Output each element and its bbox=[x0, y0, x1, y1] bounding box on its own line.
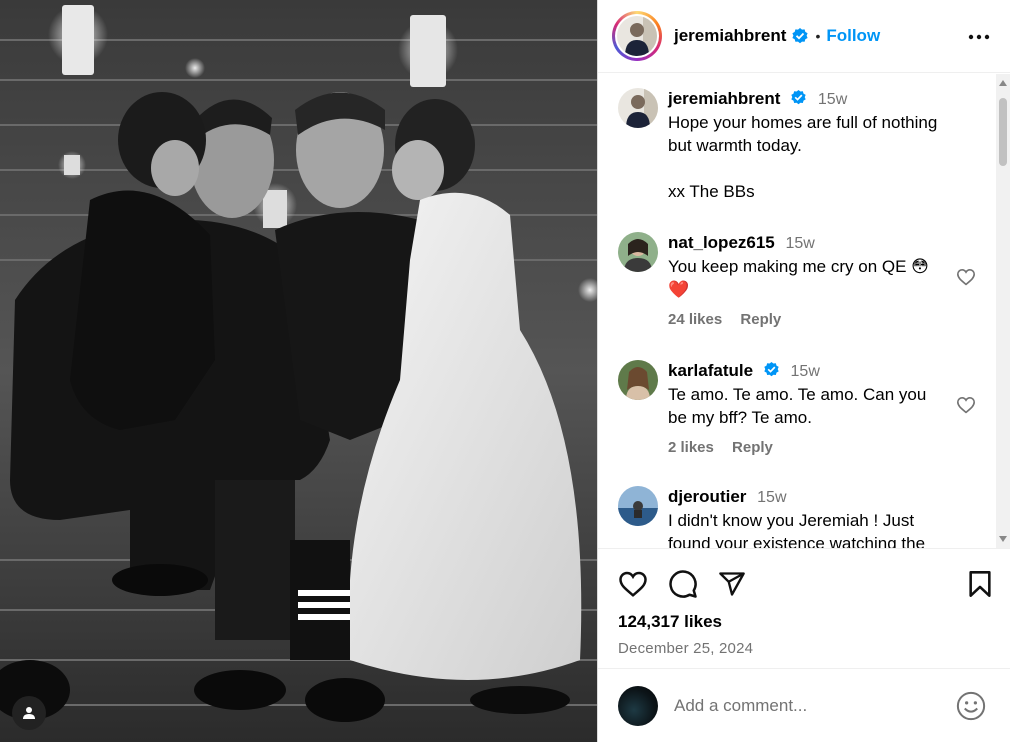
verified-icon bbox=[792, 28, 809, 44]
share-button[interactable] bbox=[718, 570, 746, 598]
bookmark-icon bbox=[969, 571, 991, 597]
comment-item: karlafatule 15w Te amo. Te amo. Te amo. … bbox=[618, 360, 980, 456]
save-button[interactable] bbox=[968, 570, 992, 598]
like-comment-heart-icon[interactable] bbox=[956, 268, 976, 286]
commenter-username[interactable]: djeroutier bbox=[668, 487, 746, 506]
more-options-button[interactable] bbox=[964, 23, 994, 49]
comment-time[interactable]: 15w bbox=[757, 489, 786, 506]
more-options-icon bbox=[968, 34, 990, 40]
author-avatar-ring[interactable] bbox=[612, 11, 662, 61]
reply-button[interactable]: Reply bbox=[740, 311, 781, 328]
post-actions: 124,317 likes December 25, 2024 bbox=[598, 548, 1010, 668]
author-avatar bbox=[617, 16, 657, 56]
scroll-down-arrow-icon[interactable] bbox=[999, 536, 1007, 542]
caption-item: jeremiahbrent 15w Hope your homes are fu… bbox=[618, 88, 980, 203]
photo-illustration bbox=[0, 0, 597, 742]
caption-time[interactable]: 15w bbox=[818, 91, 847, 108]
comment-time[interactable]: 15w bbox=[786, 235, 815, 252]
commenter-avatar[interactable] bbox=[618, 360, 658, 400]
caption-text: Hope your homes are full of nothing but … bbox=[668, 113, 938, 201]
comment-button[interactable] bbox=[668, 569, 698, 599]
comment-text: I didn't know you Jeremiah ! Just found … bbox=[668, 511, 926, 548]
verified-icon bbox=[764, 361, 779, 377]
commenter-avatar[interactable] bbox=[618, 486, 658, 526]
follow-button[interactable]: Follow bbox=[826, 26, 880, 46]
caption-username[interactable]: jeremiahbrent bbox=[668, 89, 780, 108]
separator-dot: • bbox=[815, 28, 821, 44]
like-comment-heart-icon[interactable] bbox=[956, 396, 976, 414]
share-icon bbox=[719, 572, 745, 596]
comment-text: Te amo. Te amo. Te amo. Can you be my bf… bbox=[668, 385, 927, 427]
commenter-username[interactable]: nat_lopez615 bbox=[668, 233, 775, 252]
add-comment-input[interactable] bbox=[674, 695, 934, 716]
verified-icon bbox=[791, 89, 806, 105]
post-side-panel: jeremiahbrent • Follow jeremiahbrent 15w… bbox=[597, 0, 1010, 742]
comment-time[interactable]: 15w bbox=[791, 363, 820, 380]
scrollbar-thumb[interactable] bbox=[999, 98, 1007, 166]
reply-button[interactable]: Reply bbox=[732, 439, 773, 456]
commenter-avatar[interactable] bbox=[618, 232, 658, 272]
commenter-username[interactable]: karlafatule bbox=[668, 361, 753, 380]
post-header: jeremiahbrent • Follow bbox=[598, 0, 1010, 73]
caption-author-avatar[interactable] bbox=[618, 88, 658, 128]
likes-count[interactable]: 124,317 likes bbox=[618, 612, 992, 632]
tag-user-button[interactable] bbox=[12, 696, 46, 730]
comment-likes-count[interactable]: 24 likes bbox=[668, 311, 722, 328]
add-comment-bar bbox=[598, 668, 1010, 742]
scroll-up-arrow-icon[interactable] bbox=[999, 80, 1007, 86]
emoji-button[interactable] bbox=[956, 691, 986, 721]
author-username[interactable]: jeremiahbrent bbox=[674, 26, 786, 46]
post-photo[interactable] bbox=[0, 0, 597, 742]
emoji-icon bbox=[956, 691, 986, 720]
current-user-avatar bbox=[618, 685, 658, 726]
like-button[interactable] bbox=[618, 570, 648, 598]
heart-icon bbox=[619, 571, 647, 597]
comment-item: nat_lopez615 15w You keep making me cry … bbox=[618, 232, 980, 328]
comment-icon bbox=[669, 570, 697, 598]
comment-item: djeroutier 15w I didn't know you Jeremia… bbox=[618, 486, 980, 548]
comment-text: You keep making me cry on QE 😳 ❤️ bbox=[668, 257, 929, 299]
comments-list[interactable]: jeremiahbrent 15w Hope your homes are fu… bbox=[598, 74, 1010, 548]
post-date[interactable]: December 25, 2024 bbox=[618, 640, 992, 657]
comments-scrollbar[interactable] bbox=[996, 74, 1010, 548]
tag-user-icon bbox=[23, 707, 35, 719]
comment-likes-count[interactable]: 2 likes bbox=[668, 439, 714, 456]
